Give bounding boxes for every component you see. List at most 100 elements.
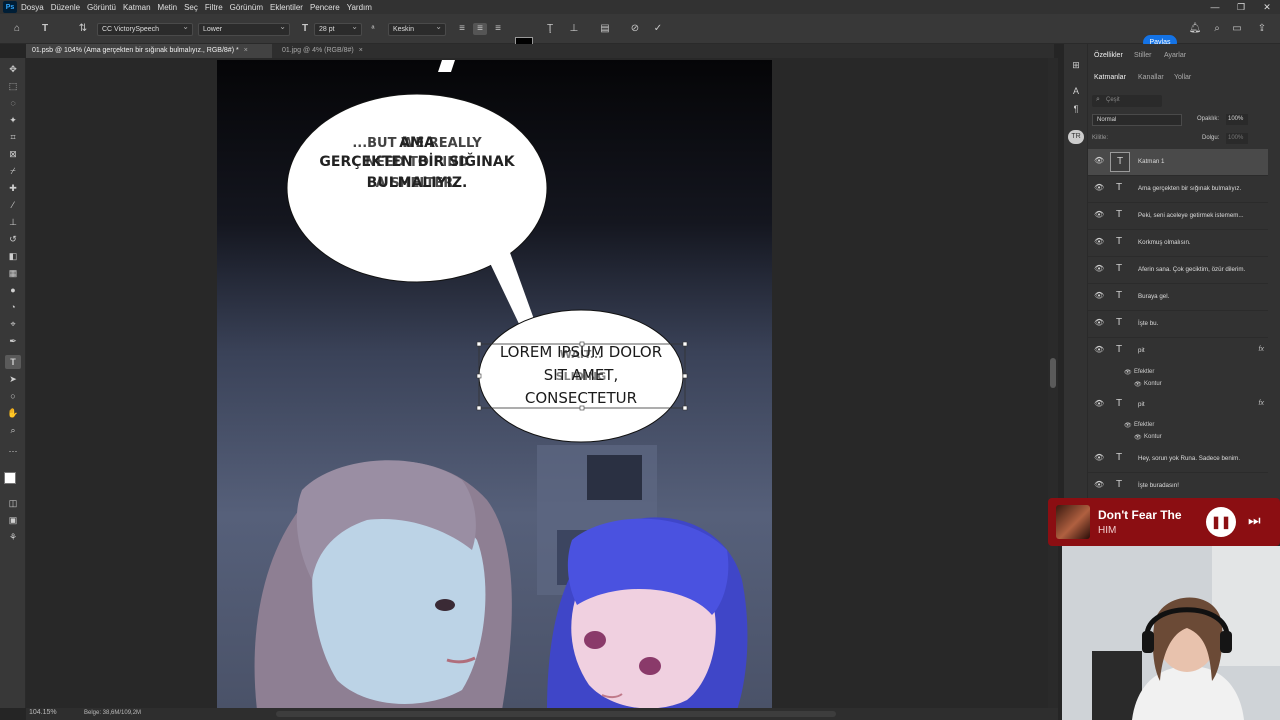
type-tool-icon[interactable]: T: [5, 355, 21, 369]
history-brush-tool-icon[interactable]: ↺: [5, 232, 21, 246]
share-icon[interactable]: ⇪: [1255, 23, 1269, 35]
visibility-eye-icon[interactable]: 👁︎: [1094, 291, 1104, 300]
menu-metin[interactable]: Metin: [158, 3, 178, 12]
more-tools-icon[interactable]: ⋯: [5, 444, 21, 458]
healing-brush-tool-icon[interactable]: ✚: [5, 181, 21, 195]
text-tool-preset-icon[interactable]: T: [38, 23, 52, 35]
screen-mode-icon[interactable]: ▣: [5, 513, 21, 527]
pen-tool-icon[interactable]: ✒: [5, 334, 21, 348]
paragraph-icon[interactable]: ¶: [1068, 102, 1084, 116]
workspace-icon[interactable]: ▭: [1230, 23, 1244, 35]
close-tab-icon[interactable]: ×: [359, 47, 363, 54]
vertical-scrollbar[interactable]: [1048, 58, 1058, 708]
tab-kanallar[interactable]: Kanallar: [1138, 74, 1164, 81]
fx-icon[interactable]: fx: [1259, 346, 1264, 353]
hand-tool-icon[interactable]: ✋: [5, 406, 21, 420]
comic-page[interactable]: AMA ...BUT WE REALLY GERÇEKTEN BİR SIĞIN…: [217, 60, 772, 708]
effects-visibility-icon[interactable]: 👁︎: [1124, 422, 1132, 429]
layer-row[interactable]: 👁︎ T pit fx: [1088, 392, 1268, 419]
eyedropper-tool-icon[interactable]: ⌿: [5, 164, 21, 178]
warp-text-icon[interactable]: Ţ: [543, 23, 557, 35]
crop-tool-icon[interactable]: ⌗: [5, 130, 21, 144]
menu-dosya[interactable]: Dosya: [21, 3, 44, 12]
visibility-eye-icon[interactable]: 👁︎: [1094, 453, 1104, 462]
layer-row[interactable]: 👁︎ T pit fx: [1088, 338, 1268, 365]
home-icon[interactable]: ⌂: [10, 23, 24, 35]
stroke-visibility-icon[interactable]: 👁︎: [1134, 381, 1142, 388]
transform-handle[interactable]: [476, 373, 482, 379]
generative-icon[interactable]: ⚘: [5, 530, 21, 544]
blur-tool-icon[interactable]: ●: [5, 283, 21, 297]
tab-stiller[interactable]: Stiller: [1134, 52, 1152, 59]
search-icon[interactable]: ⌕: [1210, 23, 1224, 35]
cancel-edit-icon[interactable]: ⊘: [628, 23, 642, 35]
minimize-icon[interactable]: —: [1202, 0, 1228, 14]
foreground-color-swatch[interactable]: [4, 472, 16, 484]
horizontal-scrollbar[interactable]: [276, 711, 836, 717]
visibility-eye-icon[interactable]: 👁︎: [1094, 480, 1104, 489]
tab-katmanlar[interactable]: Katmanlar: [1094, 74, 1126, 81]
layer-row[interactable]: 👁︎ T Buraya gel.: [1088, 284, 1268, 311]
align-center-icon[interactable]: ≡: [473, 23, 487, 35]
smudge-tool-icon[interactable]: ⌖: [5, 317, 21, 331]
path-selection-tool-icon[interactable]: ➤: [5, 372, 21, 386]
align-right-icon[interactable]: ≡: [491, 23, 505, 35]
tab-yollar[interactable]: Yollar: [1174, 74, 1191, 81]
clone-stamp-tool-icon[interactable]: ⊥: [5, 215, 21, 229]
move-tool-icon[interactable]: ✥: [5, 62, 21, 76]
visibility-eye-icon[interactable]: 👁︎: [1094, 264, 1104, 273]
close-tab-icon[interactable]: ×: [244, 47, 248, 54]
fx-icon[interactable]: fx: [1259, 400, 1264, 407]
menu-gorunum[interactable]: Görünüm: [230, 3, 263, 12]
transform-handle[interactable]: [476, 341, 482, 347]
marquee-tool-icon[interactable]: ⬚: [5, 79, 21, 93]
shape-tool-icon[interactable]: ○: [5, 389, 21, 403]
zoom-tool-icon[interactable]: ⌕: [5, 423, 21, 437]
layer-filter-search[interactable]: ⌕ Çeşit: [1092, 95, 1162, 107]
plugin-icon[interactable]: TR: [1068, 130, 1084, 144]
lasso-tool-icon[interactable]: ◌: [5, 96, 21, 110]
font-family-select[interactable]: CC VictorySpeech: [97, 21, 193, 36]
transform-handle[interactable]: [682, 405, 688, 411]
brush-tool-icon[interactable]: ⁄: [5, 198, 21, 212]
menu-pencere[interactable]: Pencere: [310, 3, 340, 12]
menu-yardim[interactable]: Yardım: [347, 3, 372, 12]
menu-duzenle[interactable]: Düzenle: [51, 3, 80, 12]
pause-icon[interactable]: ❚❚: [1206, 507, 1236, 537]
layer-row[interactable]: 👁︎ T İşte buradasın!: [1088, 473, 1268, 500]
close-icon[interactable]: ✕: [1254, 0, 1280, 14]
transform-handle[interactable]: [682, 341, 688, 347]
tab-ayarlar[interactable]: Ayarlar: [1164, 52, 1186, 59]
eraser-tool-icon[interactable]: ◧: [5, 249, 21, 263]
menu-eklentiler[interactable]: Eklentiler: [270, 3, 303, 12]
dodge-tool-icon[interactable]: ◔: [5, 300, 21, 314]
visibility-eye-icon[interactable]: 👁︎: [1094, 183, 1104, 192]
notification-icon[interactable]: 🔔︎: [1188, 23, 1202, 35]
menu-katman[interactable]: Katman: [123, 3, 151, 12]
visibility-eye-icon[interactable]: 👁︎: [1094, 318, 1104, 327]
tab-document-psb[interactable]: 01.psb @ 104% (Ama gerçekten bir sığınak…: [26, 44, 272, 58]
visibility-eye-icon[interactable]: 👁︎: [1094, 345, 1104, 354]
menu-goruntu[interactable]: Görüntü: [87, 3, 116, 12]
blend-mode-select[interactable]: Normal: [1092, 114, 1182, 126]
history-icon[interactable]: ⊞: [1068, 58, 1084, 72]
skip-next-icon[interactable]: ⏭︎: [1248, 512, 1261, 529]
gradient-tool-icon[interactable]: ▦: [5, 266, 21, 280]
magic-wand-tool-icon[interactable]: ✦: [5, 113, 21, 127]
transform-handle[interactable]: [579, 341, 585, 347]
scroll-thumb[interactable]: [1050, 358, 1056, 388]
tab-document-jpg[interactable]: 01.jpg @ 4% (RGB/8#) ×: [276, 44, 386, 58]
font-size-select[interactable]: 28 pt: [314, 21, 362, 36]
visibility-eye-icon[interactable]: 👁︎: [1094, 156, 1104, 165]
character-panel-icon[interactable]: ▤: [598, 23, 612, 35]
align-left-icon[interactable]: ≡: [455, 23, 469, 35]
menu-filtre[interactable]: Filtre: [205, 3, 223, 12]
layer-row[interactable]: 👁︎ T Hey, sorun yok Runa. Sadece benim.: [1088, 446, 1268, 473]
antialias-select[interactable]: Keskin: [388, 21, 446, 36]
character-icon[interactable]: A: [1068, 84, 1084, 98]
transform-handle[interactable]: [579, 405, 585, 411]
font-style-select[interactable]: Lower: [198, 21, 290, 36]
transform-handle[interactable]: [682, 373, 688, 379]
layer-row[interactable]: 👁︎ T Aferin sana. Çok geciktim, özür dil…: [1088, 257, 1268, 284]
stroke-visibility-icon[interactable]: 👁︎: [1134, 434, 1142, 441]
